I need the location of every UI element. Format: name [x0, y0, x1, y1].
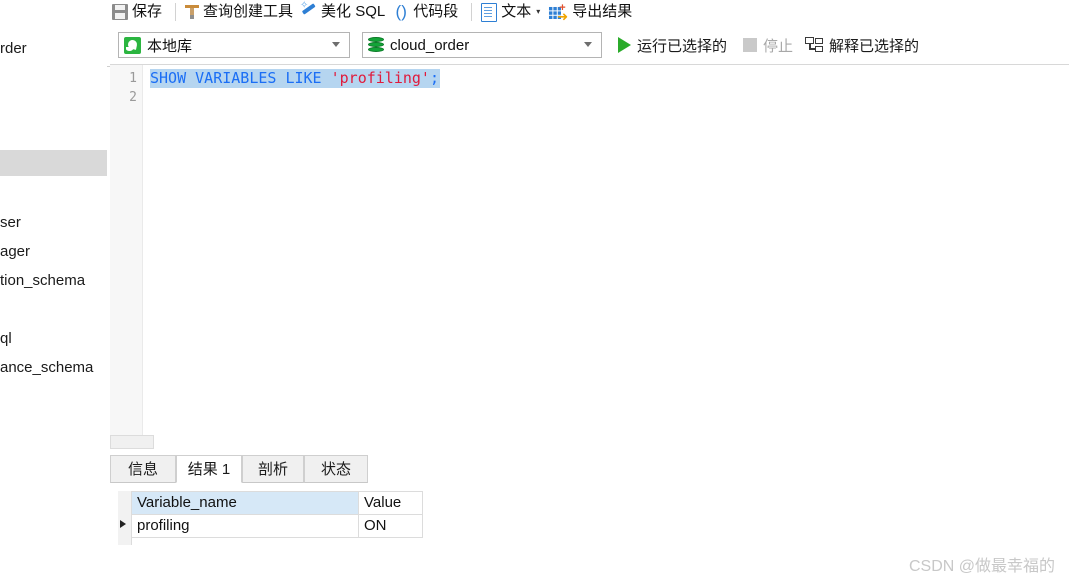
line-number: 1: [129, 71, 137, 86]
column-header-value[interactable]: Value: [358, 491, 423, 515]
sql-terminator: ;: [429, 69, 439, 87]
tab-info[interactable]: 信息: [110, 455, 176, 483]
column-header-variable-name[interactable]: Variable_name: [131, 491, 359, 515]
chevron-down-icon[interactable]: [332, 42, 341, 48]
save-button-label: 保存: [132, 3, 163, 20]
row-header-column: [118, 491, 132, 545]
tab-label: 结果 1: [187, 461, 231, 478]
current-row-marker-icon: [120, 520, 126, 528]
tab-result1[interactable]: 结果 1: [176, 455, 242, 483]
query-builder-button[interactable]: 查询创建工具: [183, 0, 299, 24]
chevron-down-icon[interactable]: [584, 42, 593, 48]
tab-status[interactable]: 状态: [304, 455, 368, 483]
result-tabbar: 信息 结果 1 剖析 状态: [110, 455, 1069, 484]
stop-icon: [743, 38, 758, 52]
document-icon: [481, 2, 498, 22]
run-selected-button[interactable]: 运行已选择的: [618, 32, 727, 58]
sidebar-item[interactable]: tion_schema: [0, 270, 110, 291]
sidebar-item[interactable]: ance_schema: [0, 357, 110, 378]
stop-button: 停止: [743, 32, 793, 58]
connection-select[interactable]: 本地库: [118, 32, 350, 58]
result-table[interactable]: Variable_name Value profiling ON: [131, 491, 423, 538]
watermark: CSDN @做最幸福的: [908, 558, 1055, 575]
tab-label: 状态: [320, 461, 351, 478]
database-select-value: cloud_order: [390, 36, 470, 54]
sidebar-item[interactable]: ql: [0, 328, 110, 349]
code-snippet-button[interactable]: () 代码段: [391, 0, 464, 24]
database-icon: [368, 36, 384, 54]
toolbar-separator: [471, 3, 473, 21]
sql-string-literal: 'profiling': [330, 69, 430, 87]
tab-label: 剖析: [257, 461, 288, 478]
editor-gutter: 1 2: [110, 65, 143, 436]
export-result-icon: + ➜: [548, 2, 568, 23]
sidebar-item[interactable]: rder: [0, 38, 110, 59]
sidebar-item[interactable]: ser: [0, 212, 110, 233]
query-editor-pane: 保存 查询创建工具 美化 SQL () 代码段 文本 ▾ +➜: [110, 0, 1069, 586]
export-result-label: 导出结果: [572, 3, 633, 20]
save-icon: [112, 4, 128, 20]
export-result-button[interactable]: + ➜ 导出结果: [546, 0, 638, 24]
explain-selected-button[interactable]: 解释已选择的: [805, 32, 919, 58]
connection-toolbar: 本地库 cloud_order 运行已选择的 停止 解释已选择的: [110, 26, 1069, 64]
table-row[interactable]: profiling ON: [131, 514, 423, 538]
line-number: 2: [129, 90, 137, 105]
toolbar-separator: [175, 3, 177, 21]
run-selected-label: 运行已选择的: [637, 37, 728, 55]
tab-label: 信息: [127, 461, 158, 478]
save-button[interactable]: 保存: [110, 0, 168, 24]
sql-keywords: SHOW VARIABLES LIKE: [150, 69, 331, 87]
editor-toolbar: 保存 查询创建工具 美化 SQL () 代码段 文本 ▾ +➜: [110, 0, 1069, 24]
explain-plan-icon: [805, 37, 824, 53]
beautify-sql-label: 美化 SQL: [321, 3, 386, 20]
sql-editor[interactable]: 1 2 SHOW VARIABLES LIKE 'profiling';: [110, 64, 1069, 436]
chevron-down-icon[interactable]: ▾: [536, 0, 540, 24]
tab-profile[interactable]: 剖析: [242, 455, 304, 483]
magic-wand-icon: [300, 1, 317, 20]
query-builder-label: 查询创建工具: [203, 3, 294, 20]
cell-variable-name[interactable]: profiling: [131, 514, 359, 538]
text-button-label: 文本: [501, 3, 532, 20]
splitter-handle[interactable]: [110, 435, 154, 449]
text-button[interactable]: 文本 ▾: [479, 0, 546, 24]
connection-icon: [124, 36, 141, 54]
sql-code-line[interactable]: SHOW VARIABLES LIKE 'profiling';: [150, 69, 440, 88]
explain-selected-label: 解释已选择的: [829, 37, 920, 55]
code-snippet-label: 代码段: [413, 3, 459, 20]
table-header-row: Variable_name Value: [131, 491, 423, 515]
database-select[interactable]: cloud_order: [362, 32, 602, 58]
query-builder-icon: [185, 4, 200, 20]
pane-splitter[interactable]: [110, 435, 1069, 455]
play-icon: [618, 37, 631, 53]
parentheses-icon: (): [395, 2, 407, 21]
cell-value[interactable]: ON: [358, 514, 423, 538]
object-explorer-sidebar[interactable]: rder ser ager tion_schema ql ance_schema: [0, 0, 111, 586]
sidebar-selected-band[interactable]: [0, 150, 109, 176]
stop-label: 停止: [763, 37, 794, 55]
sidebar-item[interactable]: ager: [0, 241, 110, 262]
beautify-sql-button[interactable]: 美化 SQL: [299, 0, 391, 24]
connection-select-value: 本地库: [147, 37, 193, 55]
